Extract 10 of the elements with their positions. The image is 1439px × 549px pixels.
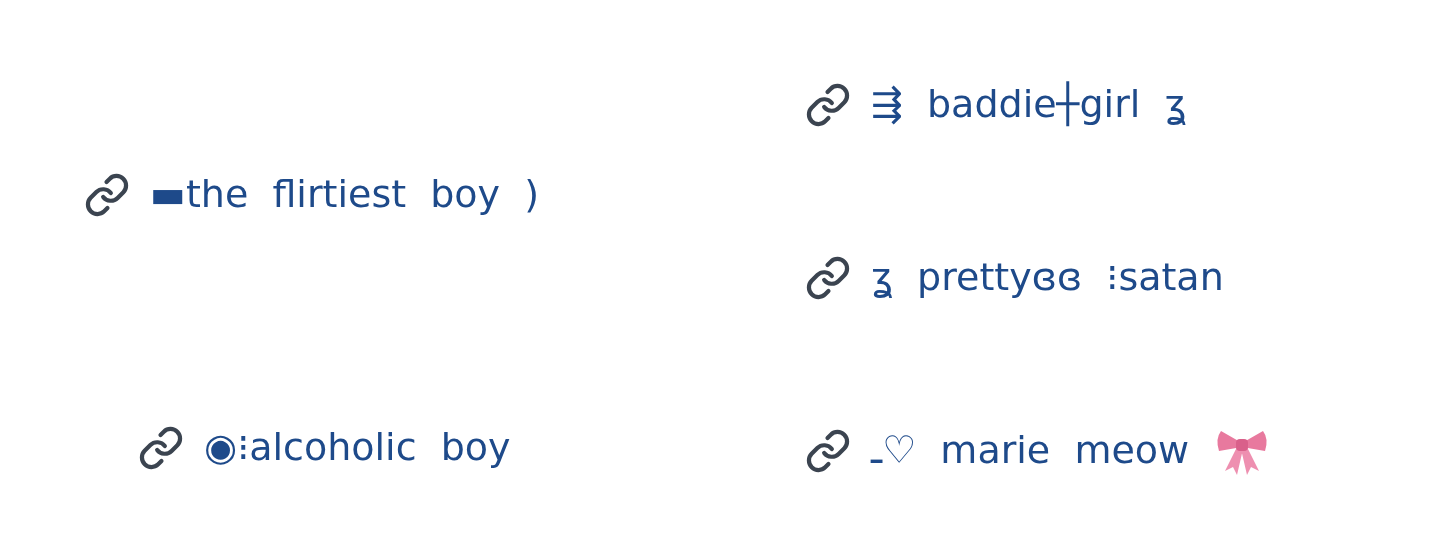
link-icon (805, 81, 851, 128)
link-icon (138, 424, 184, 471)
link-text[interactable]: ▬the flirtiest boy ) (150, 168, 540, 222)
link-text[interactable]: ⇶ baddie┼girl ʓ (871, 78, 1187, 132)
link-text[interactable]: ـ♡ marie meow (871, 424, 1190, 478)
link-icon (805, 427, 851, 474)
link-icon (84, 171, 130, 218)
link-text[interactable]: ◉⁝alcoholic boy (204, 421, 511, 475)
link-icon (805, 254, 851, 301)
link-text[interactable]: ʓ prettyɞɞ ⁝satan (871, 251, 1224, 305)
